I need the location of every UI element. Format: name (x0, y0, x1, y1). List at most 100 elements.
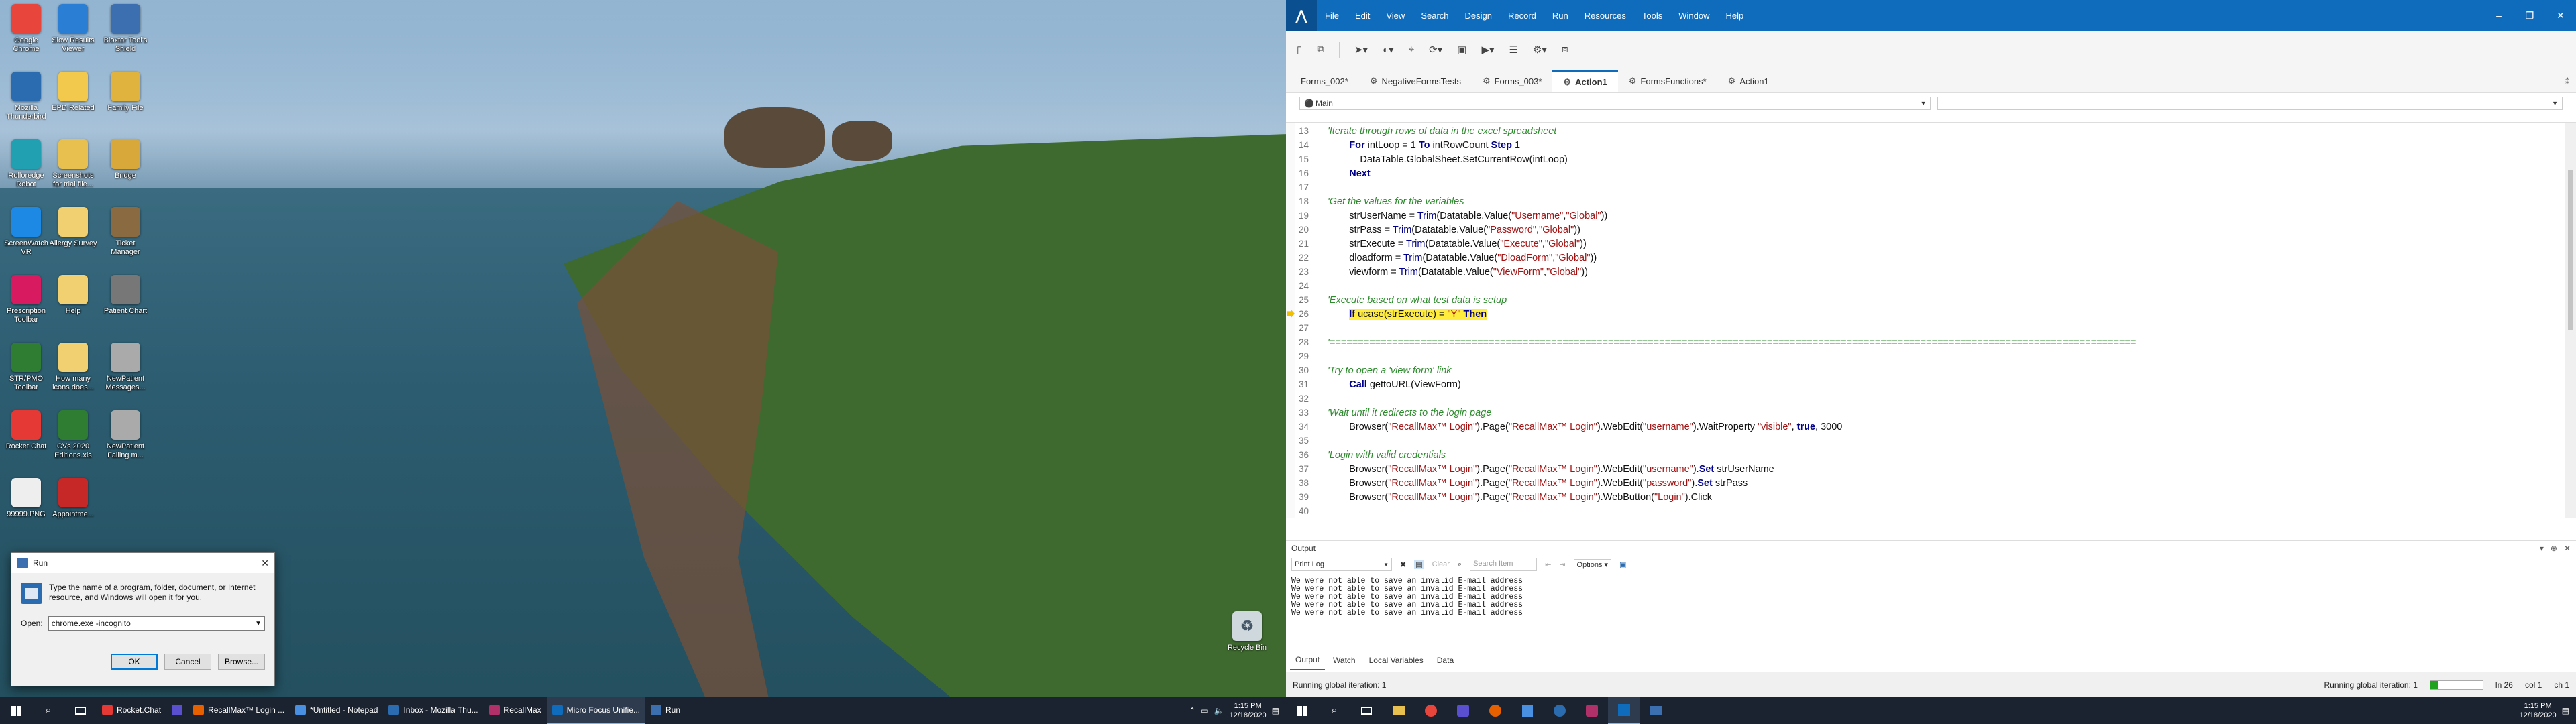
desktop-icon-bioxtor-tool-s-shield[interactable]: Bioxtor Tool's Shield (101, 4, 150, 54)
code-line[interactable]: 38 Browser("RecallMax™ Login").Page("Rec… (1286, 476, 2576, 490)
tab-action1-3[interactable]: ⚙ Action1 (1552, 70, 1618, 92)
menu-edit[interactable]: Edit (1347, 11, 1378, 21)
desktop-icon-screenshots-for-trial-file[interactable]: Screenshots for trial file... (48, 139, 98, 189)
tab-forms-003-2[interactable]: ⚙ Forms_003* (1472, 70, 1552, 92)
run-titlebar[interactable]: Run ✕ (11, 553, 274, 573)
code-line[interactable]: 39 Browser("RecallMax™ Login").Page("Rec… (1286, 490, 2576, 504)
code-line[interactable]: 36 'Login with valid credentials (1286, 448, 2576, 462)
output-search-input[interactable]: Search Item (1470, 558, 1538, 571)
menu-view[interactable]: View (1378, 11, 1413, 21)
clock-left[interactable]: 1:15 PM 12/18/2020 (1230, 701, 1267, 720)
desktop-icon-prescription-toolbar[interactable]: Prescription Toolbar (1, 275, 51, 324)
open-input-value[interactable]: chrome.exe -incognito (52, 619, 255, 628)
pane-menu-icon[interactable]: ▾ (2540, 544, 2544, 553)
desktop-icon-rolloredge-robot[interactable]: Rolloredge Robot (1, 139, 51, 189)
desktop-icon-newpatient-messages[interactable]: NewPatient Messages... (101, 343, 150, 392)
uft-taskbar-icon[interactable] (1608, 697, 1640, 724)
desktop-icon-screenwatch-vr[interactable]: ScreenWatch VR (1, 207, 51, 257)
desktop-icon-str-pmo-toolbar[interactable]: STR/PMO Toolbar (1, 343, 51, 392)
desktop-icon-allergy-survey[interactable]: Allergy Survey (48, 207, 98, 248)
menu-record[interactable]: Record (1500, 11, 1544, 21)
menu-file[interactable]: File (1317, 11, 1347, 21)
code-line[interactable]: 20 strPass = Trim(Datatable.Value("Passw… (1286, 223, 2576, 237)
code-line[interactable]: 22 dloadform = Trim(Datatable.Value("Dlo… (1286, 251, 2576, 265)
editor-scrollbar[interactable] (2565, 123, 2576, 518)
task-view-button[interactable] (64, 697, 97, 724)
start-button[interactable] (0, 697, 32, 724)
volume-icon[interactable]: 🔈 (1214, 706, 1224, 715)
menu-search[interactable]: Search (1413, 11, 1456, 21)
desktop-icon-help[interactable]: Help (48, 275, 98, 316)
tab-local-variables[interactable]: Local Variables (1364, 650, 1429, 670)
menu-window[interactable]: Window (1670, 11, 1717, 21)
run-icon[interactable]: ▶▾ (1481, 44, 1494, 56)
taskbar-app-rocket-chat[interactable]: Rocket.Chat (97, 697, 166, 724)
notepad-taskbar-icon[interactable] (1511, 697, 1544, 724)
pin-icon[interactable]: ⊕ (2551, 544, 2557, 553)
notifications-icon[interactable]: ▤ (2562, 706, 2569, 715)
desktop-icon-family-file[interactable]: Family File (101, 72, 150, 113)
code-line[interactable]: 17 (1286, 180, 2576, 194)
close-icon[interactable]: ✕ (2564, 544, 2571, 553)
open-combobox[interactable]: chrome.exe -incognito ▼ (48, 616, 265, 631)
menu-resources[interactable]: Resources (1576, 11, 1634, 21)
code-line[interactable]: 35 (1286, 434, 2576, 448)
desktop-icon-newpatient-failing-m[interactable]: NewPatient Failing m... (101, 410, 150, 460)
function-selector[interactable]: ⚫ Main ▼ (1299, 97, 1931, 110)
datatable-icon[interactable]: ▣ (1457, 44, 1466, 56)
code-line[interactable]: 23 viewform = Trim(Datatable.Value("View… (1286, 265, 2576, 279)
code-line[interactable]: 19 strUserName = Trim(Datatable.Value("U… (1286, 208, 2576, 223)
code-line[interactable]: 13 'Iterate through rows of data in the e… (1286, 124, 2576, 138)
search-button-right[interactable]: ⌕ (1318, 697, 1350, 724)
code-line[interactable]: 32 (1286, 391, 2576, 406)
code-line[interactable]: 33 'Wait until it redirects to the login … (1286, 406, 2576, 420)
taskbar-app-inbox-mozilla-thu[interactable]: Inbox - Mozilla Thu... (383, 697, 483, 724)
code-line[interactable]: 31 Call gettoURL(ViewForm) (1286, 377, 2576, 391)
desktop-icon-ticket-manager[interactable]: Ticket Manager (101, 207, 150, 257)
tab-data[interactable]: Data (1432, 650, 1459, 670)
code-line[interactable]: 28 '=====================================… (1286, 335, 2576, 349)
maximize-icon[interactable]: ❐ (2514, 10, 2545, 21)
tab-forms-002-0[interactable]: Forms_002* (1290, 70, 1359, 92)
save-icon[interactable]: ▣ (1619, 560, 1626, 569)
desktop-icon-rocket-chat[interactable]: Rocket.Chat (1, 410, 51, 451)
code-line[interactable]: 16 Next (1286, 166, 2576, 180)
code-line[interactable]: 26 If ucase(strExecute) = "Y" Then (1286, 307, 2576, 321)
options-button[interactable]: Options ▾ (1573, 558, 1612, 570)
recycle-bin[interactable]: ♻ Recycle Bin (1222, 611, 1272, 652)
chrome-taskbar-icon[interactable] (1415, 697, 1447, 724)
tab-output[interactable]: Output (1290, 650, 1326, 670)
new-icon[interactable]: ▯ (1297, 44, 1302, 56)
tab-formsfunctions-4[interactable]: ⚙ FormsFunctions* (1618, 70, 1717, 92)
cancel-button[interactable]: Cancel (164, 654, 211, 670)
code-line[interactable]: 18 'Get the values for the variables (1286, 194, 2576, 208)
minimize-icon[interactable]: – (2483, 10, 2514, 21)
member-selector[interactable]: ▼ (1937, 97, 2563, 110)
tab-negativeformstests-1[interactable]: ⚙ NegativeFormsTests (1359, 70, 1472, 92)
taskbar-app-micro-focus-unifie[interactable]: Micro Focus Unifie... (546, 697, 646, 724)
desktop-icon-how-many-icons-does[interactable]: How many icons does... (48, 343, 98, 392)
code-editor[interactable]: 13 'Iterate through rows of data in the e… (1286, 122, 2576, 518)
chevron-down-icon[interactable]: ▼ (255, 620, 262, 627)
taskbar-app-app-1[interactable] (166, 697, 188, 724)
menu-run[interactable]: Run (1544, 11, 1576, 21)
output-source-dropdown[interactable]: Print Log ▼ (1291, 558, 1392, 571)
thunderbird-taskbar-icon[interactable] (1544, 697, 1576, 724)
explorer-taskbar-icon[interactable] (1383, 697, 1415, 724)
taskbar-app-run[interactable]: Run (645, 697, 686, 724)
wrap-icon[interactable]: ▤ (1414, 560, 1424, 569)
list-icon[interactable]: ☰ (1509, 44, 1518, 56)
menu-tools[interactable]: Tools (1634, 11, 1670, 21)
search-button[interactable]: ⌕ (32, 697, 64, 724)
desktop-icon-cvs-2020-editions-xls[interactable]: CVs 2020 Editions.xls (48, 410, 98, 460)
more-tabs-icon[interactable]: ⁑ (2559, 77, 2576, 92)
clear-icon[interactable]: ✖ (1400, 560, 1406, 569)
code-line[interactable]: 40 (1286, 504, 2576, 518)
desktop-icon-epd-related[interactable]: EPD Related (48, 72, 98, 113)
code-line[interactable]: 24 (1286, 279, 2576, 293)
taskbar-app-untitled-notepad[interactable]: *Untitled - Notepad (290, 697, 383, 724)
start-button-right[interactable] (1286, 697, 1318, 724)
code-line[interactable]: 21 strExecute = Trim(Datatable.Value("Ex… (1286, 237, 2576, 251)
purple-app-taskbar-icon[interactable] (1447, 697, 1479, 724)
report-icon[interactable]: ⧈ (1562, 44, 1568, 55)
